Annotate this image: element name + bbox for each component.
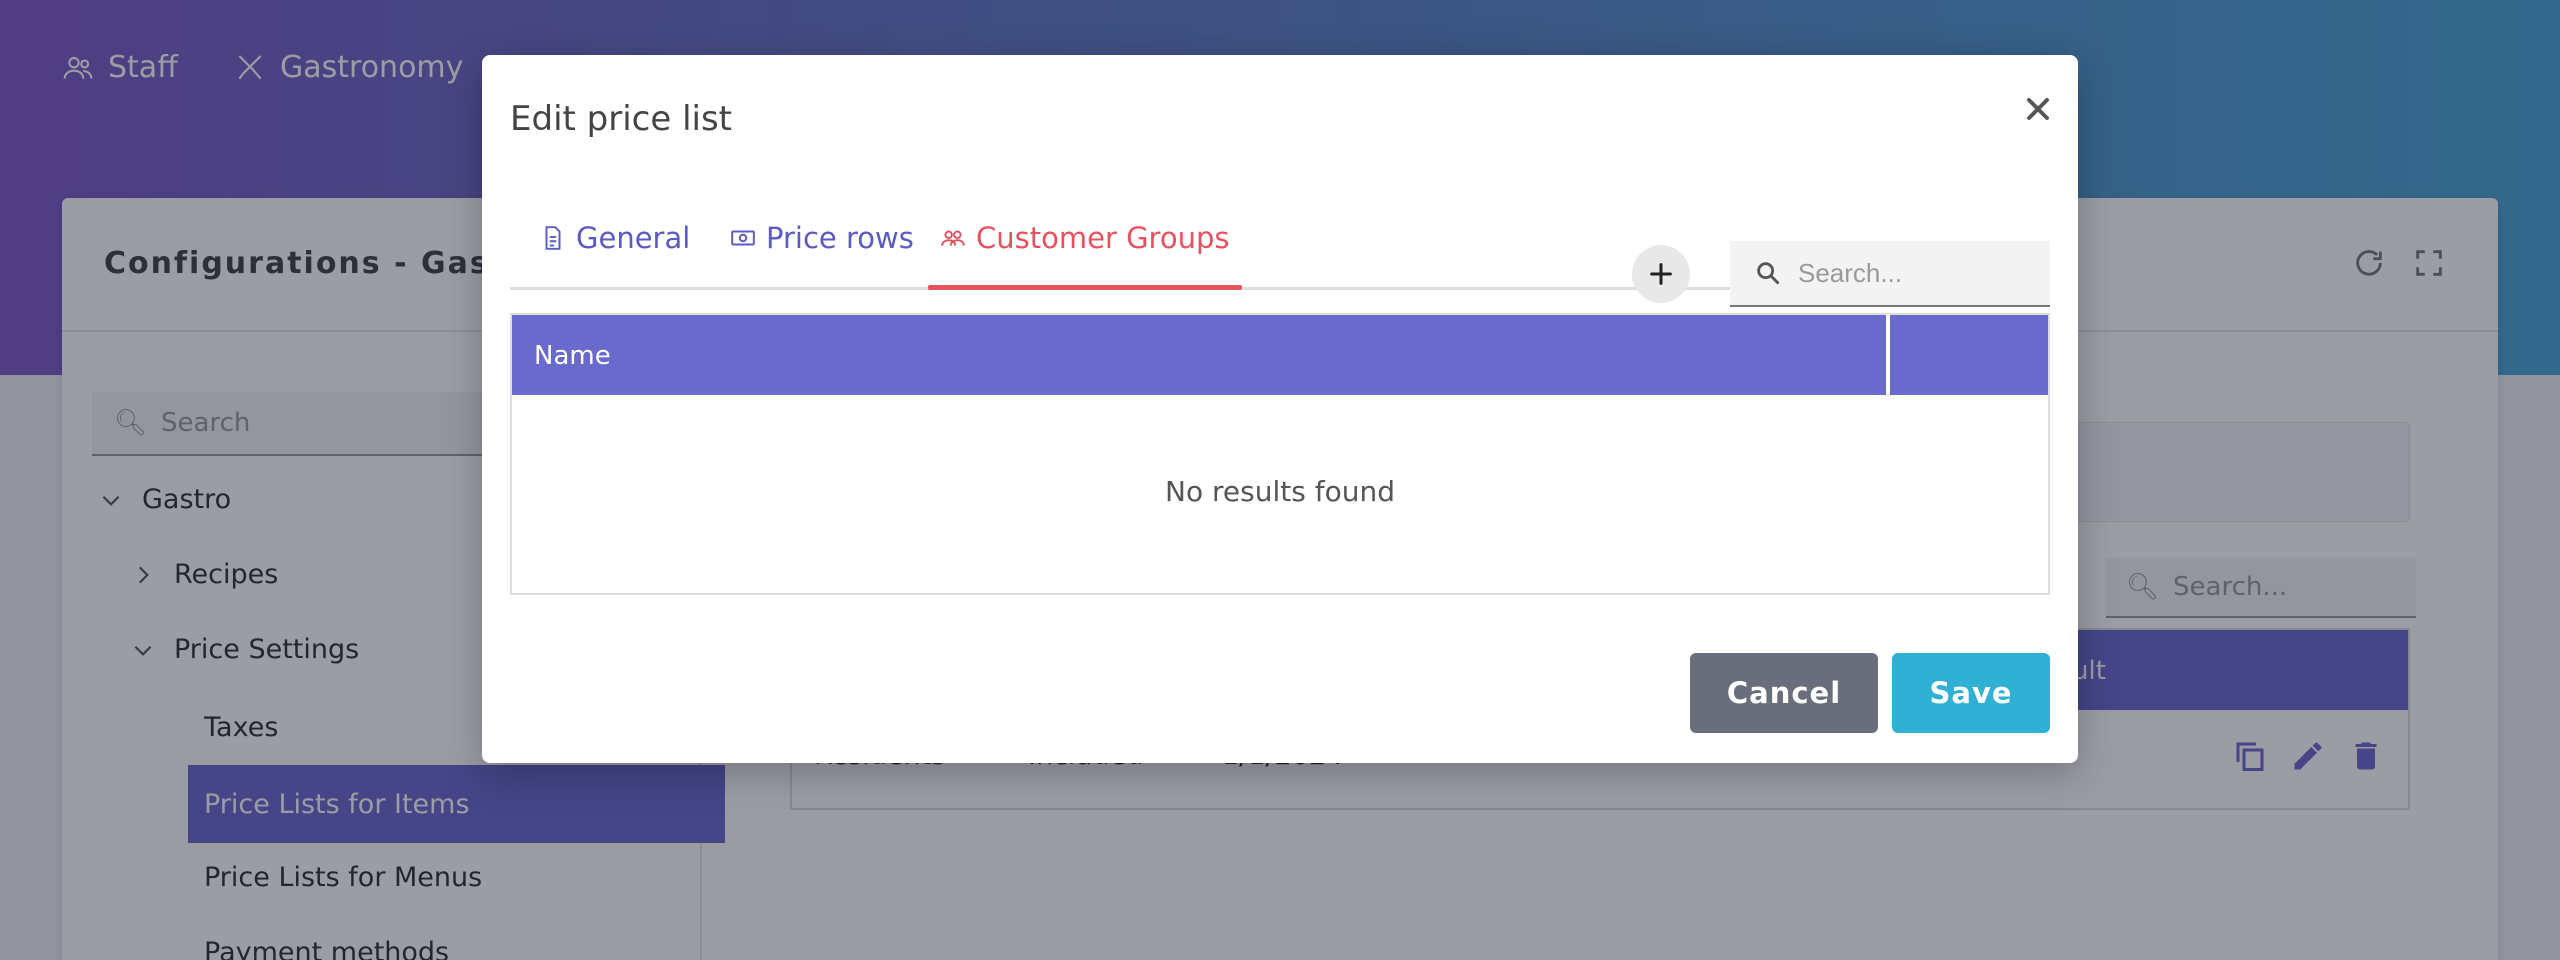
column-header-name[interactable]: Name (534, 341, 611, 371)
table-header: Name (512, 315, 2048, 395)
modal-title: Edit price list (510, 99, 733, 139)
edit-price-list-modal: Edit price list General Price rows Custo… (482, 55, 2078, 763)
column-divider (1886, 315, 1890, 395)
add-button[interactable] (1632, 245, 1690, 303)
active-tab-indicator (928, 285, 1242, 290)
people-icon (941, 230, 965, 246)
tab-general[interactable]: General (540, 221, 690, 255)
search-icon (1757, 262, 1780, 285)
document-icon (545, 226, 561, 250)
modal-search[interactable] (1730, 241, 2050, 307)
search-input[interactable] (1798, 257, 2038, 289)
cancel-button[interactable]: Cancel (1690, 653, 1878, 733)
tab-label: Customer Groups (976, 221, 1230, 255)
tab-customer-groups[interactable]: Customer Groups (940, 221, 1229, 255)
tab-price-rows[interactable]: Price rows (730, 221, 914, 255)
money-icon (731, 230, 755, 246)
tab-label: Price rows (766, 221, 914, 255)
tab-label: General (576, 221, 691, 255)
save-button[interactable]: Save (1892, 653, 2050, 733)
empty-state: No results found (1165, 475, 1395, 508)
customer-groups-table: Name No results found (510, 313, 2050, 595)
plus-icon (1650, 263, 1672, 285)
close-icon[interactable] (2020, 91, 2056, 127)
